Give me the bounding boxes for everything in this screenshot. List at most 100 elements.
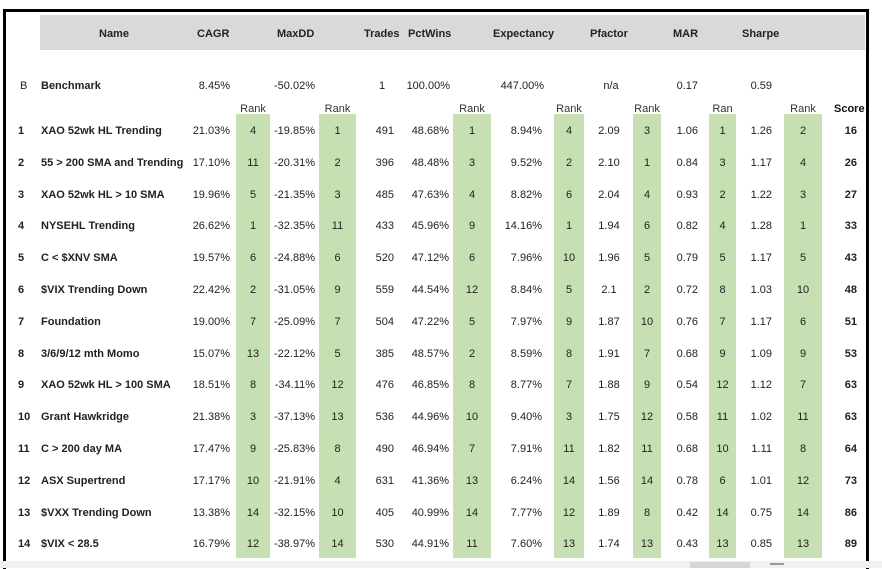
strategy-name: ASX Supertrend <box>41 475 126 487</box>
pfactor-rank: 13 <box>640 538 654 550</box>
mar-rank: 4 <box>719 220 726 232</box>
pfactor-value: 1.74 <box>598 538 620 550</box>
pfactor-rank: 1 <box>643 157 651 169</box>
sharpe-value: 1.17 <box>750 252 772 264</box>
header-mar: MAR <box>673 28 699 40</box>
maxdd-value: -32.35% <box>274 220 315 232</box>
trades-value: 530 <box>375 538 394 550</box>
pctwins-rank-column <box>453 114 491 558</box>
cagr-value: 19.96% <box>192 189 230 201</box>
maxdd-value: -34.11% <box>274 379 315 391</box>
rank-label-pctwins: Rank <box>459 103 485 115</box>
pfactor-value: 2.1 <box>601 284 617 296</box>
trades-value: 396 <box>375 157 394 169</box>
mar-rank: 7 <box>719 316 726 328</box>
cagr-rank-column <box>236 114 270 558</box>
mar-rank: 13 <box>716 538 729 550</box>
cagr-value: 21.03% <box>192 125 230 137</box>
cagr-rank: 1 <box>249 220 257 232</box>
mar-rank: 6 <box>719 475 726 487</box>
sharpe-rank: 6 <box>799 316 807 328</box>
maxdd-rank: 14 <box>331 538 344 550</box>
cagr-rank: 3 <box>249 411 257 423</box>
expectancy-value: 7.97% <box>510 316 542 328</box>
expectancy-rank: 3 <box>565 411 573 423</box>
score-value: 33 <box>844 220 857 232</box>
expectancy-value: 7.91% <box>510 443 542 455</box>
strategy-name: $VXX Trending Down <box>41 507 152 519</box>
pfactor-rank: 10 <box>640 316 654 328</box>
mar-value: 0.84 <box>676 157 698 169</box>
strategy-name: XAO 52wk HL Trending <box>41 125 162 137</box>
expectancy-rank: 2 <box>565 157 573 169</box>
trades-value: 490 <box>375 443 394 455</box>
score-value: 73 <box>844 475 857 487</box>
rank-label-maxdd: Rank <box>324 103 351 115</box>
cagr-rank: 4 <box>249 125 257 137</box>
sharpe-rank: 4 <box>799 157 807 169</box>
cagr-value: 18.51% <box>192 379 230 391</box>
cagr-value: 17.10% <box>192 157 230 169</box>
maxdd-value: -25.83% <box>274 443 315 455</box>
strategy-name: 55 > 200 SMA and Trending <box>41 157 184 169</box>
maxdd-rank: 2 <box>334 157 341 169</box>
sharpe-rank: 3 <box>799 189 807 201</box>
expectancy-value: 9.52% <box>510 157 542 169</box>
mar-value: 0.72 <box>676 284 698 296</box>
maxdd-value: -22.12% <box>274 348 315 360</box>
pfactor-value: 1.91 <box>598 348 620 360</box>
mar-value: 0.79 <box>676 252 698 264</box>
expectancy-rank: 1 <box>565 220 573 232</box>
strategy-name: XAO 52wk HL > 10 SMA <box>41 189 165 201</box>
pctwins-rank: 14 <box>465 507 479 519</box>
header-score: Score <box>834 103 865 115</box>
strategy-name: Grant Hawkridge <box>41 411 130 423</box>
benchmark-trades: 1 <box>378 80 386 92</box>
strategy-name: NYSEHL Trending <box>41 220 135 232</box>
pctwins-value: 47.12% <box>411 252 449 264</box>
view-toggle-icon[interactable] <box>770 563 784 568</box>
strategy-name: 3/6/9/12 mth Momo <box>41 348 140 360</box>
score-value: 27 <box>844 189 857 201</box>
mar-rank: 9 <box>719 348 726 360</box>
benchmark-pctwins: 100.00% <box>406 80 450 92</box>
pfactor-rank: 7 <box>643 348 651 360</box>
header-pfactor: Pfactor <box>590 28 628 40</box>
pfactor-value: 1.94 <box>598 220 620 232</box>
sharpe-value: 1.22 <box>750 189 772 201</box>
horizontal-scrollbar-thumb[interactable] <box>690 562 750 568</box>
mar-rank: 10 <box>716 443 729 455</box>
cagr-rank: 7 <box>249 316 257 328</box>
header-pctwins: PctWins <box>408 28 452 40</box>
pfactor-value: 1.96 <box>598 252 620 264</box>
sharpe-value: 1.03 <box>750 284 772 296</box>
rank-label-cagr: Rank <box>240 103 266 115</box>
row-index: 9 <box>18 379 25 391</box>
pctwins-value: 45.96% <box>411 220 449 232</box>
expectancy-rank: 4 <box>565 125 573 137</box>
mar-rank: 11 <box>716 411 729 423</box>
mar-rank: 1 <box>719 125 726 137</box>
mar-value: 0.54 <box>676 379 698 391</box>
cagr-rank: 6 <box>249 252 257 264</box>
sharpe-value: 1.09 <box>750 348 772 360</box>
maxdd-rank: 10 <box>331 507 344 519</box>
row-index: 14 <box>18 538 31 550</box>
cagr-rank: 2 <box>249 284 257 296</box>
mar-rank: 5 <box>719 252 726 264</box>
sharpe-rank: 14 <box>796 507 810 519</box>
cagr-rank: 14 <box>246 507 260 519</box>
sharpe-value: 1.26 <box>750 125 772 137</box>
sharpe-rank: 13 <box>796 538 810 550</box>
pctwins-rank: 2 <box>468 348 476 360</box>
row-index: 12 <box>18 475 31 487</box>
benchmark-maxdd: -50.02% <box>274 80 315 92</box>
sharpe-rank: 5 <box>799 252 807 264</box>
sharpe-value: 1.12 <box>750 379 772 391</box>
expectancy-value: 7.96% <box>510 252 542 264</box>
row-index: 5 <box>18 252 25 264</box>
strategy-name: C > 200 day MA <box>41 443 123 455</box>
rank-label-mar: Ran <box>712 103 733 115</box>
sharpe-value: 1.28 <box>750 220 772 232</box>
rank-label-sharpe: Rank <box>790 103 816 115</box>
